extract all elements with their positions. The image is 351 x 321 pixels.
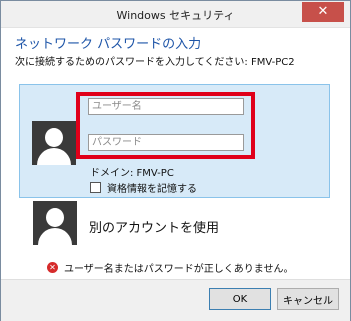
avatar-head	[45, 128, 63, 147]
security-dialog: Windows セキュリティ ✕ ネットワーク パスワードの入力 次に接続するた…	[0, 0, 351, 321]
dialog-heading: ネットワーク パスワードの入力	[15, 37, 202, 52]
dialog-instruction: 次に接続するためのパスワードを入力してください: FMV-PC2	[15, 57, 295, 68]
ok-button[interactable]: OK	[209, 288, 271, 310]
avatar-body	[38, 228, 72, 245]
avatar-body	[37, 148, 71, 165]
avatar-head	[46, 208, 64, 227]
error-message: ユーザー名またはパスワードが正しくありません。	[64, 264, 294, 275]
remember-credentials-checkbox-row[interactable]: 資格情報を記憶する	[90, 180, 197, 195]
use-another-account-option[interactable]: 別のアカウントを使用	[89, 217, 219, 236]
other-account-avatar-icon[interactable]	[33, 201, 77, 245]
error-message-row: ✕ ユーザー名またはパスワードが正しくありません。	[47, 260, 294, 275]
cancel-button[interactable]: キャンセル	[277, 288, 339, 310]
domain-label: ドメイン: FMV-PC	[90, 168, 174, 179]
title-bar[interactable]: Windows セキュリティ ✕	[1, 1, 350, 28]
user-avatar-icon	[32, 121, 76, 165]
close-button[interactable]: ✕	[302, 2, 344, 22]
error-icon: ✕	[47, 262, 58, 273]
remember-label: 資格情報を記憶する	[107, 184, 197, 195]
close-icon: ✕	[317, 4, 329, 19]
remember-checkbox[interactable]	[90, 182, 101, 193]
window-title: Windows セキュリティ	[116, 9, 235, 22]
highlight-annotation-box	[76, 92, 255, 159]
